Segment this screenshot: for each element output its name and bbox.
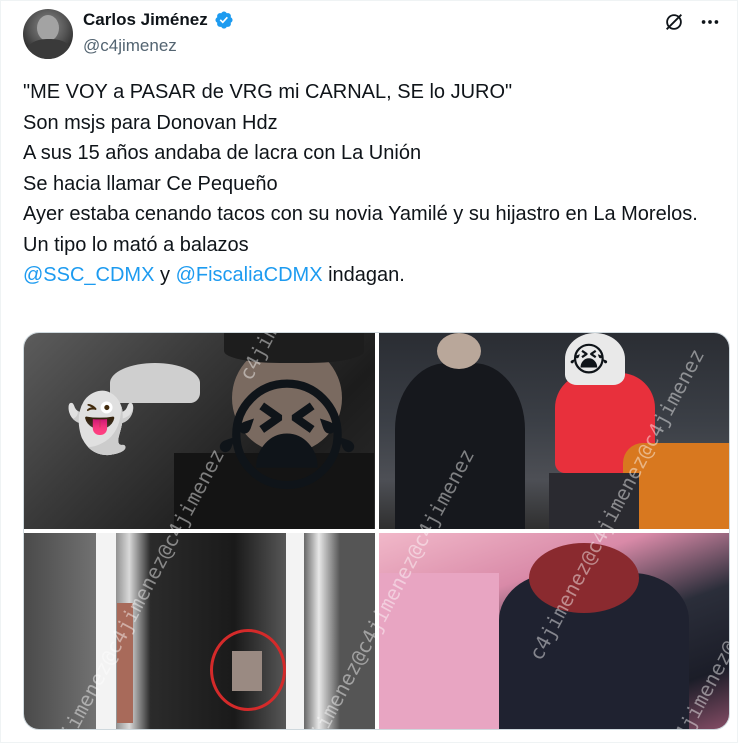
avatar-face (37, 15, 59, 41)
tweet-line: A sus 15 años andaba de lacra con La Uni… (23, 142, 422, 164)
more-icon[interactable] (699, 11, 721, 33)
avatar[interactable] (23, 9, 73, 59)
author-display-name[interactable]: Carlos Jiménez (83, 10, 208, 30)
tweet-line: "ME VOY a PASAR de VRG mi CARNAL, SE lo … (23, 81, 513, 103)
blurred-object (232, 651, 262, 691)
person-hat (224, 333, 364, 363)
blurred-evidence (117, 603, 133, 723)
tweet-line: Se hacia llamar Ce Pequeño (23, 172, 278, 195)
photo-1[interactable]: 👻 😭 (24, 333, 375, 529)
photo-4[interactable] (379, 533, 729, 729)
crying-emoji: 😭 (569, 341, 609, 379)
red-blur (529, 543, 639, 613)
photo-2[interactable]: 😭 (379, 333, 729, 529)
motorcycle (623, 443, 729, 529)
avatar-body (27, 39, 71, 59)
author-name-row: Carlos Jiménez (83, 10, 234, 30)
author-handle[interactable]: @c4jimenez (83, 36, 177, 56)
tweet-line: Un tipo lo mató a balazos (23, 233, 249, 256)
verified-badge-icon (215, 11, 233, 29)
tweet-line: Ayer estaba cenando tacos con su novia Y… (23, 203, 698, 225)
tweet-text: "ME VOY a PASAR de VRG mi CARNAL, SE lo … (23, 77, 703, 291)
person-black-hoodie (395, 363, 525, 529)
tweet-top-actions (663, 11, 721, 33)
mention-fiscalia-cdmx[interactable]: @FiscaliaCDMX (176, 264, 323, 286)
photo-3[interactable] (24, 533, 375, 729)
grok-icon[interactable] (663, 11, 685, 33)
mention-ssc-cdmx[interactable]: @SSC_CDMX (23, 264, 154, 286)
pink-blanket (379, 573, 499, 729)
tweet-suffix: indagan. (322, 264, 405, 286)
tweet-line: Son msjs para Donovan Hdz (23, 111, 278, 134)
tweet-card[interactable]: Carlos Jiménez @c4jimenez "ME VOY a PASA… (0, 0, 738, 743)
police-tape (286, 533, 304, 729)
crying-emoji: 😭 (214, 368, 361, 507)
tweet-line-mentions: @SSC_CDMX y @FiscaliaCDMX indagan. (23, 260, 703, 291)
media-grid: 👻 😭 😭 c4jimenez@c4jimenez@c4jimenez c4ji (23, 332, 730, 730)
jeans (549, 473, 639, 529)
ghost-emoji: 👻 (66, 391, 136, 454)
police-tape (96, 533, 116, 729)
mention-joiner: y (154, 264, 176, 286)
blurred-face (437, 333, 481, 369)
